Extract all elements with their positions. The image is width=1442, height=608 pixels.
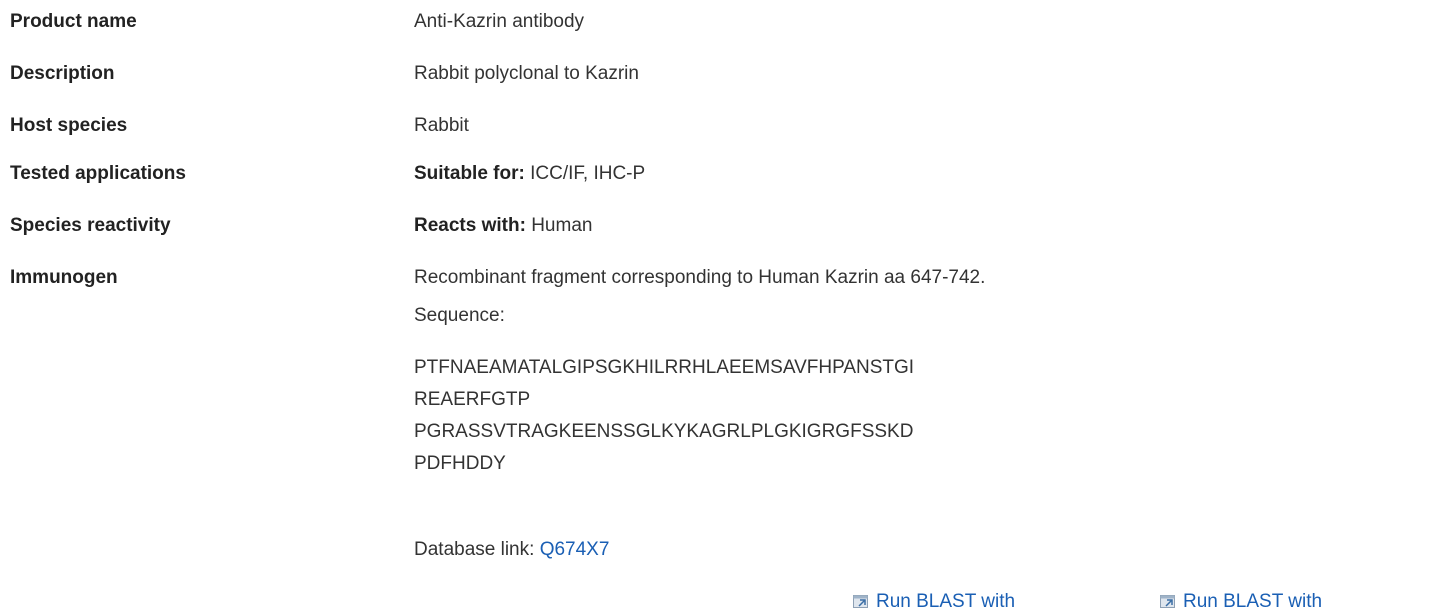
run-blast-label: Run BLAST with	[1183, 591, 1323, 608]
product-name-label: Product name	[10, 11, 137, 32]
sequence-line: REAERFGTP	[414, 389, 531, 410]
sequence-line: PTFNAEAMATALGIPSGKHILRRHLAEEMSAVFHPANSTG…	[414, 357, 915, 378]
database-link[interactable]: Q674X7	[540, 539, 610, 560]
database-link-row: Database link: Q674X7	[414, 538, 609, 562]
sequence-label: Sequence:	[414, 305, 505, 326]
species-reactivity-label: Species reactivity	[10, 215, 171, 236]
species-reactivity-text: Human	[525, 215, 593, 236]
run-blast-label: Run BLAST with	[876, 591, 1016, 608]
tested-applications-text: ICC/IF, IHC-P	[524, 163, 646, 184]
sequence-line: PDFHDDY	[414, 453, 506, 474]
tested-applications-value: Suitable for: ICC/IF, IHC-P	[414, 162, 645, 186]
immunogen-value: Recombinant fragment corresponding to Hu…	[414, 267, 986, 288]
tested-applications-label: Tested applications	[10, 163, 186, 184]
run-blast-button[interactable]: Run BLAST with	[853, 590, 1015, 608]
external-link-icon	[1160, 595, 1175, 608]
suitable-for-prefix: Suitable for:	[414, 163, 525, 184]
host-species-value: Rabbit	[414, 115, 469, 136]
immunogen-label: Immunogen	[10, 267, 118, 288]
run-blast-button[interactable]: Run BLAST with	[1160, 590, 1322, 608]
description-value: Rabbit polyclonal to Kazrin	[414, 63, 639, 84]
species-reactivity-value: Reacts with: Human	[414, 214, 592, 238]
description-label: Description	[10, 63, 115, 84]
database-link-label: Database link:	[414, 539, 535, 560]
external-link-icon	[853, 595, 868, 608]
product-name-value: Anti-Kazrin antibody	[414, 11, 585, 32]
reacts-with-prefix: Reacts with:	[414, 215, 526, 236]
host-species-label: Host species	[10, 115, 128, 136]
sequence-line: PGRASSVTRAGKEENSSGLKYKAGRLPLGKIGRGFSSKD	[414, 421, 914, 442]
